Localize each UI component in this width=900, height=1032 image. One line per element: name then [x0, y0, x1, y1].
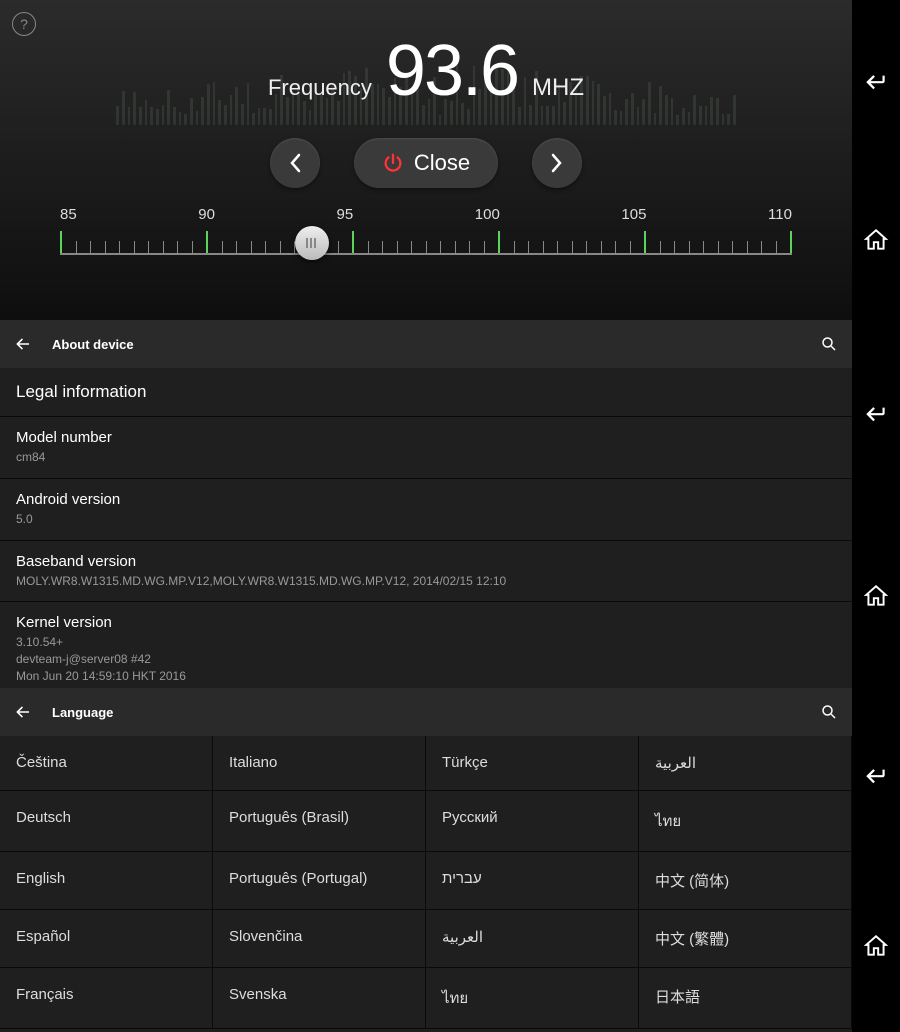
power-icon — [382, 152, 404, 174]
home-icon — [863, 933, 889, 959]
prev-button[interactable] — [270, 138, 320, 188]
frequency-value: 93.6 — [386, 30, 518, 112]
language-option[interactable]: עברית — [426, 852, 639, 910]
scale-label: 105 — [621, 206, 646, 223]
language-option[interactable]: 日本語 — [639, 968, 852, 1029]
language-option[interactable]: العربية — [426, 910, 639, 968]
frequency-display: Frequency 93.6 MHZ — [0, 30, 852, 112]
language-option[interactable]: ไทย — [639, 791, 852, 852]
language-option[interactable]: Italiano — [213, 736, 426, 791]
language-header: Language — [0, 688, 852, 736]
info-row[interactable]: Model number cm84 — [0, 417, 852, 479]
language-header-title: Language — [52, 705, 800, 720]
back-button[interactable] — [863, 399, 889, 425]
info-value: 3.10.54+ devteam-j@server08 #42 Mon Jun … — [16, 634, 836, 684]
language-panel: Language ČeštinaItalianoTürkçeالعربيةDeu… — [0, 688, 852, 1032]
language-option[interactable]: Português (Brasil) — [213, 791, 426, 852]
language-option[interactable]: Português (Portugal) — [213, 852, 426, 910]
home-button[interactable] — [863, 227, 889, 253]
frequency-scale[interactable]: 85 90 95 100 105 110 — [60, 206, 792, 255]
tuner-knob[interactable] — [295, 226, 329, 260]
scale-label: 85 — [60, 206, 77, 223]
home-icon — [863, 227, 889, 253]
info-label: Kernel version — [16, 614, 836, 631]
info-row[interactable]: Baseband version MOLY.WR8.W1315.MD.WG.MP.… — [0, 541, 852, 603]
close-button[interactable]: Close — [354, 138, 498, 188]
next-button[interactable] — [532, 138, 582, 188]
nav-sidebar — [852, 0, 900, 320]
language-option[interactable]: 中文 (简体) — [639, 852, 852, 910]
back-icon — [863, 67, 889, 93]
back-arrow-button[interactable] — [14, 335, 32, 353]
language-option[interactable]: English — [0, 852, 213, 910]
about-header: About device — [0, 320, 852, 368]
back-button[interactable] — [863, 67, 889, 93]
legal-info-link[interactable]: Legal information — [0, 368, 852, 417]
chevron-left-icon — [288, 153, 302, 173]
nav-sidebar — [852, 688, 900, 1032]
close-label: Close — [414, 150, 470, 176]
info-row[interactable]: Kernel version 3.10.54+ devteam-j@server0… — [0, 602, 852, 697]
search-icon — [820, 335, 838, 353]
language-option[interactable]: Slovenčina — [213, 910, 426, 968]
chevron-right-icon — [550, 153, 564, 173]
language-option[interactable]: Čeština — [0, 736, 213, 791]
radio-panel: ? Frequency 93.6 MHZ Close 8590951001051… — [0, 0, 852, 320]
language-option[interactable]: Русский — [426, 791, 639, 852]
back-icon — [863, 761, 889, 787]
search-button[interactable] — [820, 335, 838, 353]
back-icon — [863, 399, 889, 425]
info-value: cm84 — [16, 449, 836, 466]
info-label: Android version — [16, 491, 836, 508]
language-option[interactable]: Français — [0, 968, 213, 1029]
scale-label: 95 — [337, 206, 354, 223]
home-button[interactable] — [863, 933, 889, 959]
language-option[interactable]: ไทย — [426, 968, 639, 1029]
about-panel: About device Legal information Model num… — [0, 320, 852, 688]
search-button[interactable] — [820, 703, 838, 721]
home-button[interactable] — [863, 583, 889, 609]
scale-label: 110 — [768, 206, 792, 223]
language-option[interactable]: 中文 (繁體) — [639, 910, 852, 968]
scale-label: 100 — [475, 206, 500, 223]
frequency-unit: MHZ — [532, 74, 584, 102]
back-arrow-button[interactable] — [14, 703, 32, 721]
info-label: Baseband version — [16, 553, 836, 570]
language-option[interactable]: العربية — [639, 736, 852, 791]
about-header-title: About device — [52, 337, 800, 352]
back-button[interactable] — [863, 761, 889, 787]
arrow-left-icon — [14, 703, 32, 721]
language-option[interactable]: Türkçe — [426, 736, 639, 791]
language-option[interactable]: Español — [0, 910, 213, 968]
frequency-label: Frequency — [268, 75, 372, 101]
nav-sidebar — [852, 320, 900, 688]
info-label: Model number — [16, 429, 836, 446]
info-value: MOLY.WR8.W1315.MD.WG.MP.V12,MOLY.WR8.W13… — [16, 573, 836, 590]
language-option[interactable]: Deutsch — [0, 791, 213, 852]
info-row[interactable]: Android version 5.0 — [0, 479, 852, 541]
arrow-left-icon — [14, 335, 32, 353]
language-option[interactable]: Svenska — [213, 968, 426, 1029]
search-icon — [820, 703, 838, 721]
scale-label: 90 — [198, 206, 215, 223]
info-value: 5.0 — [16, 511, 836, 528]
home-icon — [863, 583, 889, 609]
